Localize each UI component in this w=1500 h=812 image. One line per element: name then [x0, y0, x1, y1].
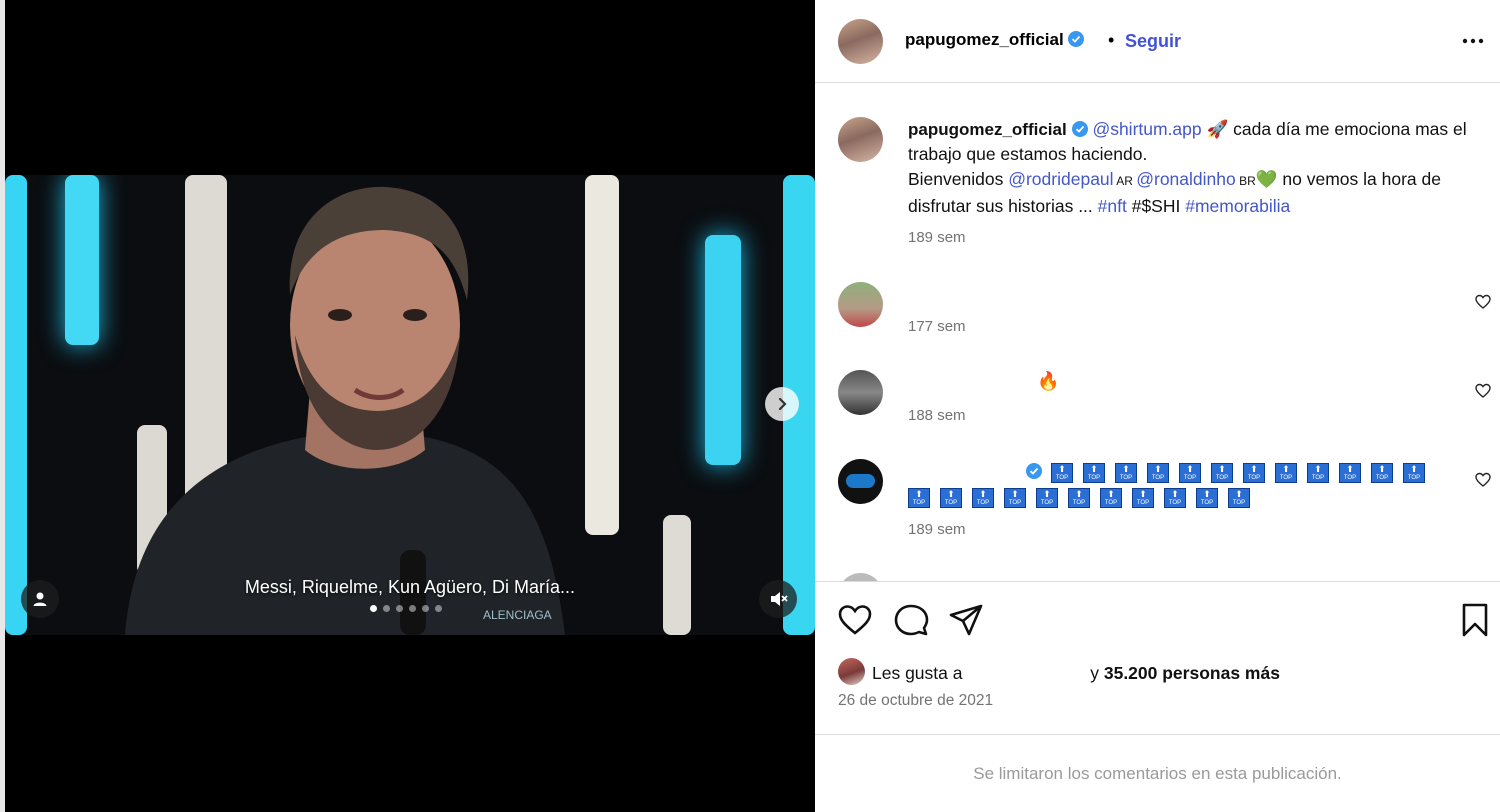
- top-badge: TOP: [1132, 487, 1154, 508]
- top-badge: TOP: [1196, 487, 1218, 508]
- post-details-panel: papugomez_official • Seguir papugomez_of…: [815, 0, 1500, 812]
- fire-emoji: 🔥: [1037, 371, 1060, 391]
- author-line: papugomez_official: [905, 30, 1085, 50]
- save-bookmark-icon[interactable]: [1457, 602, 1493, 638]
- carousel-dot: [383, 605, 390, 612]
- caption-timestamp[interactable]: 189 sem: [908, 229, 966, 246]
- svg-text:ALENCIAGA: ALENCIAGA: [483, 608, 552, 622]
- top-badge: TOP: [1004, 487, 1026, 508]
- avatar[interactable]: [838, 19, 883, 64]
- carousel-dot: [370, 605, 377, 612]
- separator-dot: •: [1108, 30, 1115, 50]
- top-badge: TOP: [1068, 487, 1090, 508]
- top-badge: TOP: [940, 487, 962, 508]
- flag-br: BR: [1235, 174, 1256, 188]
- tagged-users-button[interactable]: [21, 580, 59, 618]
- post-header: papugomez_official • Seguir: [815, 0, 1500, 83]
- likes-count[interactable]: 35.200 personas más: [1104, 663, 1280, 683]
- carousel-dot: [422, 605, 429, 612]
- likes-prefix: Les gusta a: [872, 663, 963, 683]
- video-subtitle: Messi, Riquelme, Kun Agüero, Di María...: [244, 577, 576, 597]
- user-icon: [33, 592, 47, 606]
- post-caption: papugomez_official @shirtum.app 🚀 cada d…: [908, 117, 1488, 219]
- likes-summary: Les gusta a y 35.200 personas más: [872, 663, 1280, 684]
- top-badge: TOP: [1100, 487, 1122, 508]
- avatar[interactable]: [838, 573, 883, 581]
- caption-text: Bienvenidos: [908, 169, 1009, 189]
- share-send-icon[interactable]: [948, 602, 984, 638]
- post-date[interactable]: 26 de octubre de 2021: [838, 692, 993, 710]
- media-pane: ALENCIAGA Messi, Riquelme, Kun Agüero, D…: [5, 0, 815, 812]
- avatar[interactable]: [838, 658, 865, 685]
- top-badges-row: TOP TOP TOP TOP TOP TOP TOP TOP TOP TOP TOP: [908, 485, 1468, 510]
- top-badge: TOP: [1083, 462, 1105, 483]
- hashtag-link[interactable]: #memorabilia: [1185, 196, 1290, 216]
- top-badge: TOP: [908, 487, 930, 508]
- speaker-figure: ALENCIAGA: [125, 186, 565, 635]
- mention-link[interactable]: @ronaldinho: [1136, 169, 1236, 189]
- carousel-dot: [435, 605, 442, 612]
- top-badge: TOP: [1164, 487, 1186, 508]
- like-heart-icon[interactable]: [837, 602, 873, 638]
- top-badge: TOP: [1307, 462, 1329, 483]
- top-badge: TOP: [1371, 462, 1393, 483]
- verified-badge-icon: [1071, 121, 1088, 137]
- hashtag-link[interactable]: #nft: [1098, 196, 1127, 216]
- top-badge: TOP: [1243, 462, 1265, 483]
- post-viewer: ALENCIAGA Messi, Riquelme, Kun Agüero, D…: [0, 0, 1500, 812]
- avatar[interactable]: [838, 459, 883, 504]
- top-badge: TOP: [1275, 462, 1297, 483]
- top-badge: TOP: [1115, 462, 1137, 483]
- green-heart-emoji: 💚: [1255, 169, 1278, 189]
- mention-link[interactable]: @shirtum.app: [1092, 119, 1201, 139]
- mute-button[interactable]: [759, 580, 797, 618]
- comment-timestamp[interactable]: 189 sem: [908, 521, 966, 538]
- comments-scroll-area[interactable]: papugomez_official @shirtum.app 🚀 cada d…: [815, 83, 1500, 581]
- top-badge: TOP: [1339, 462, 1361, 483]
- top-badges-row: TOP TOP TOP TOP TOP TOP TOP TOP TOP TOP TOP TOP: [1051, 460, 1471, 485]
- comment-timestamp[interactable]: 177 sem: [908, 318, 966, 335]
- video-frame[interactable]: ALENCIAGA Messi, Riquelme, Kun Agüero, D…: [5, 175, 815, 635]
- rocket-emoji: 🚀: [1206, 119, 1229, 139]
- speaker-muted-icon: [771, 592, 788, 606]
- top-badge: TOP: [1179, 462, 1201, 483]
- more-options-icon[interactable]: [1460, 28, 1486, 54]
- chevron-right-icon: [778, 397, 787, 411]
- carousel-dot: [396, 605, 403, 612]
- author-username[interactable]: papugomez_official: [905, 30, 1064, 49]
- avatar[interactable]: [838, 370, 883, 415]
- carousel-dot: [409, 605, 416, 612]
- likes-connector: y: [1090, 663, 1099, 683]
- top-badge: TOP: [1403, 462, 1425, 483]
- verified-badge-icon: [1068, 31, 1085, 47]
- top-badge: TOP: [972, 487, 994, 508]
- mention-link[interactable]: @rodridepaul: [1008, 169, 1113, 189]
- post-actions: Les gusta a y 35.200 personas más 26 de …: [815, 581, 1500, 735]
- comments-limited-notice: Se limitaron los comentarios en esta pub…: [973, 764, 1342, 783]
- top-badge: TOP: [1211, 462, 1233, 483]
- follow-button[interactable]: Seguir: [1125, 31, 1181, 52]
- caption-text: #$SHI: [1126, 196, 1186, 216]
- next-slide-button[interactable]: [765, 387, 799, 421]
- comment-timestamp[interactable]: 188 sem: [908, 407, 966, 424]
- carousel-indicator: [370, 605, 442, 612]
- top-badge: TOP: [1036, 487, 1058, 508]
- top-badge: TOP: [1147, 462, 1169, 483]
- avatar[interactable]: [838, 117, 883, 162]
- flag-ar: AR: [1113, 174, 1137, 188]
- avatar[interactable]: [838, 282, 883, 327]
- heart-outline-icon[interactable]: [1475, 472, 1491, 488]
- top-badge: TOP: [1228, 487, 1250, 508]
- verified-badge-icon: [1026, 463, 1042, 479]
- heart-outline-icon[interactable]: [1475, 383, 1491, 399]
- comment-bubble-icon[interactable]: [893, 602, 929, 638]
- heart-outline-icon[interactable]: [1475, 294, 1491, 310]
- caption-username[interactable]: papugomez_official: [908, 120, 1067, 139]
- top-badge: TOP: [1051, 462, 1073, 483]
